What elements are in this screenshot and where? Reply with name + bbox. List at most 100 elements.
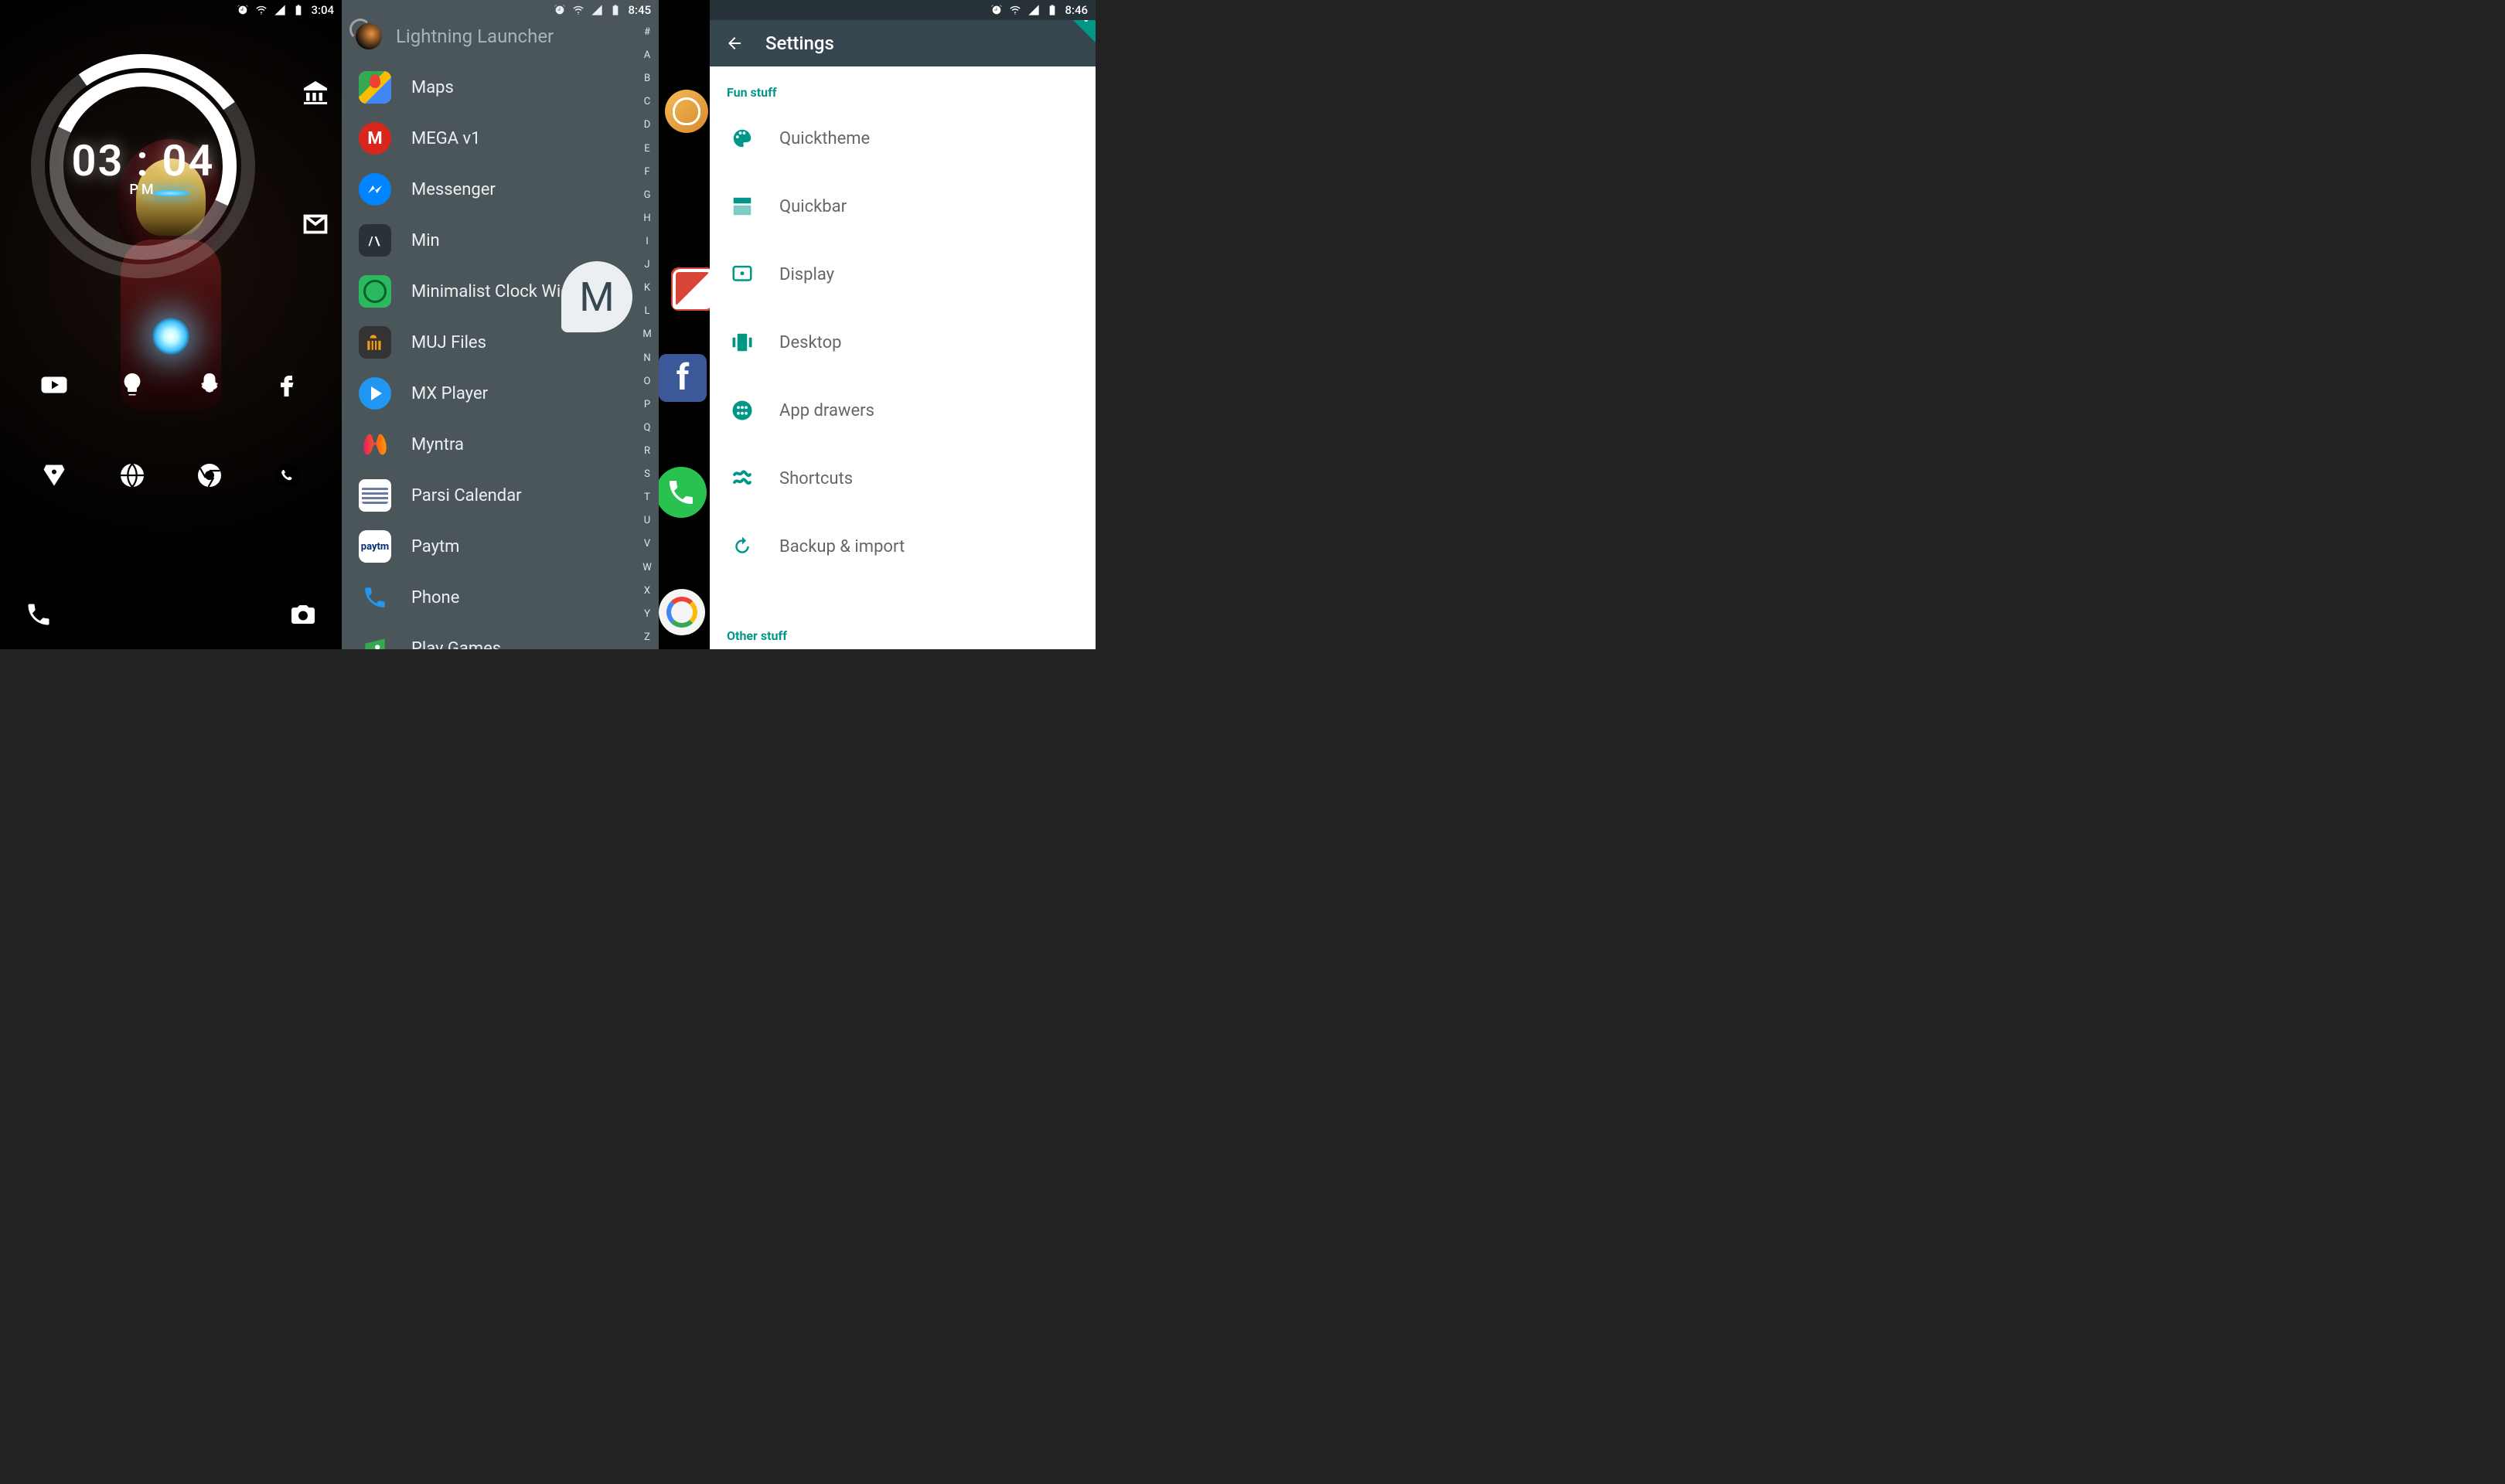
palette-icon (728, 124, 756, 152)
alpha-index[interactable]: # A B C DEFG H I JKLMN O P QRS T U VWXYZ (639, 26, 656, 643)
display-icon (728, 260, 756, 288)
app-name-label: Min (411, 231, 440, 250)
clock-time: 03 : 04 (71, 135, 214, 186)
app-item[interactable]: /\Min (342, 215, 659, 266)
app-name-label: Maps (411, 78, 454, 97)
desktop-icon (728, 328, 756, 356)
app-item[interactable]: Parsi Calendar (342, 470, 659, 521)
settings-item-label: App drawers (779, 401, 874, 420)
index-letter[interactable]: T (644, 492, 650, 503)
alarm-icon (990, 4, 1003, 16)
section-header: Other stuff (710, 622, 804, 648)
app-item[interactable]: Myntra (342, 419, 659, 470)
app-item[interactable]: Play Games (342, 623, 659, 649)
index-letter[interactable]: N (643, 352, 650, 364)
index-letter[interactable]: F (644, 166, 649, 178)
index-letter[interactable]: I (646, 236, 649, 247)
battery-icon (609, 4, 622, 16)
app-drawer[interactable]: 8:45 Lightning Launcher Maps MMEGA v1Mess… (342, 0, 659, 649)
app-name-label: MX Player (411, 384, 488, 403)
museum-icon[interactable] (300, 77, 331, 108)
app-item[interactable]: MMEGA v1 (342, 113, 659, 164)
index-letter[interactable]: M (642, 328, 651, 340)
chrome-icon[interactable] (194, 460, 225, 491)
alarm-icon (237, 4, 249, 16)
index-letter[interactable]: Q (644, 422, 651, 434)
facebook-icon[interactable] (272, 369, 303, 400)
app-item[interactable]: MX Player (342, 368, 659, 419)
index-letter[interactable]: E (644, 143, 649, 155)
app-icon (359, 173, 391, 206)
background-apps: f (651, 20, 710, 649)
index-letter[interactable]: D (644, 119, 651, 131)
settings-item[interactable]: Shortcuts (710, 444, 1096, 512)
index-letter[interactable]: W (642, 562, 652, 574)
settings-item[interactable]: Display (710, 240, 1096, 308)
page-title: Settings (765, 32, 834, 54)
index-letter[interactable]: O (644, 376, 651, 387)
bg-whatsapp-icon[interactable] (656, 467, 707, 518)
camera-icon[interactable] (288, 599, 319, 630)
back-button[interactable] (725, 34, 744, 53)
index-letter[interactable]: L (644, 305, 649, 317)
quickbar-icon (728, 192, 756, 220)
settings-item[interactable]: App drawers (710, 376, 1096, 444)
home-screen: 3:04 03 : 04 PM (0, 0, 342, 649)
settings-item[interactable]: Quicktheme (710, 104, 1096, 172)
drawer-header[interactable]: Lightning Launcher (342, 20, 659, 57)
index-letter[interactable]: C (644, 96, 650, 107)
app-item[interactable]: Phone (342, 572, 659, 623)
status-bar: 8:45 (342, 0, 659, 20)
index-letter[interactable]: # (644, 26, 650, 38)
app-icon: paytm (359, 530, 391, 563)
phone-icon[interactable] (23, 599, 54, 630)
index-letter[interactable]: S (644, 468, 650, 480)
clock-widget[interactable]: 03 : 04 PM (31, 54, 255, 278)
battery-icon (292, 4, 305, 16)
app-list[interactable]: MapsMMEGA v1Messenger/\MinMinimalist Clo… (342, 57, 659, 649)
index-letter[interactable]: J (644, 259, 649, 271)
index-letter[interactable]: A (644, 49, 650, 61)
playstore-icon[interactable] (39, 460, 70, 491)
index-letter[interactable]: X (644, 585, 650, 597)
launcher-icon (356, 23, 382, 49)
bg-gmail-icon[interactable] (671, 267, 710, 311)
bg-facebook-icon[interactable]: f (659, 354, 707, 402)
index-letter[interactable]: H (643, 213, 650, 224)
bg-app-icon[interactable] (665, 90, 708, 133)
settings-item-label: Desktop (779, 333, 842, 352)
index-letter[interactable]: U (644, 515, 650, 526)
settings-item[interactable]: Backup & import (710, 512, 1096, 580)
settings-item-label: Shortcuts (779, 469, 853, 488)
wifi-icon (572, 4, 584, 16)
gmail-icon[interactable] (300, 209, 331, 240)
youtube-icon[interactable] (39, 369, 70, 400)
index-letter[interactable]: R (644, 445, 650, 457)
status-time: 8:45 (628, 3, 651, 17)
settings-item[interactable]: Desktop (710, 308, 1096, 376)
app-icon (359, 479, 391, 512)
football-icon[interactable] (117, 460, 148, 491)
index-letter[interactable]: G (644, 189, 651, 201)
app-item[interactable]: paytmPaytm (342, 521, 659, 572)
index-letter[interactable]: P (644, 399, 650, 410)
app-item[interactable]: Maps (342, 62, 659, 113)
signal-icon (591, 4, 603, 16)
index-letter[interactable]: B (644, 73, 650, 84)
status-time: 3:04 (311, 3, 334, 17)
index-letter[interactable]: Y (644, 608, 650, 620)
whatsapp-icon[interactable] (272, 460, 303, 491)
settings-item-label: Quicktheme (779, 129, 870, 148)
settings-item[interactable]: Quickbar (710, 172, 1096, 240)
index-letter[interactable]: V (644, 538, 650, 550)
bg-google-icon[interactable] (659, 589, 705, 635)
app-icon (359, 428, 391, 461)
app-item[interactable]: Messenger (342, 164, 659, 215)
index-scrubber[interactable]: M (561, 261, 632, 332)
bulb-icon[interactable] (117, 369, 148, 400)
snapchat-icon[interactable] (194, 369, 225, 400)
index-letter[interactable]: Z (644, 631, 650, 643)
index-letter[interactable]: K (644, 282, 650, 294)
app-icon (359, 581, 391, 614)
battery-icon (1046, 4, 1058, 16)
